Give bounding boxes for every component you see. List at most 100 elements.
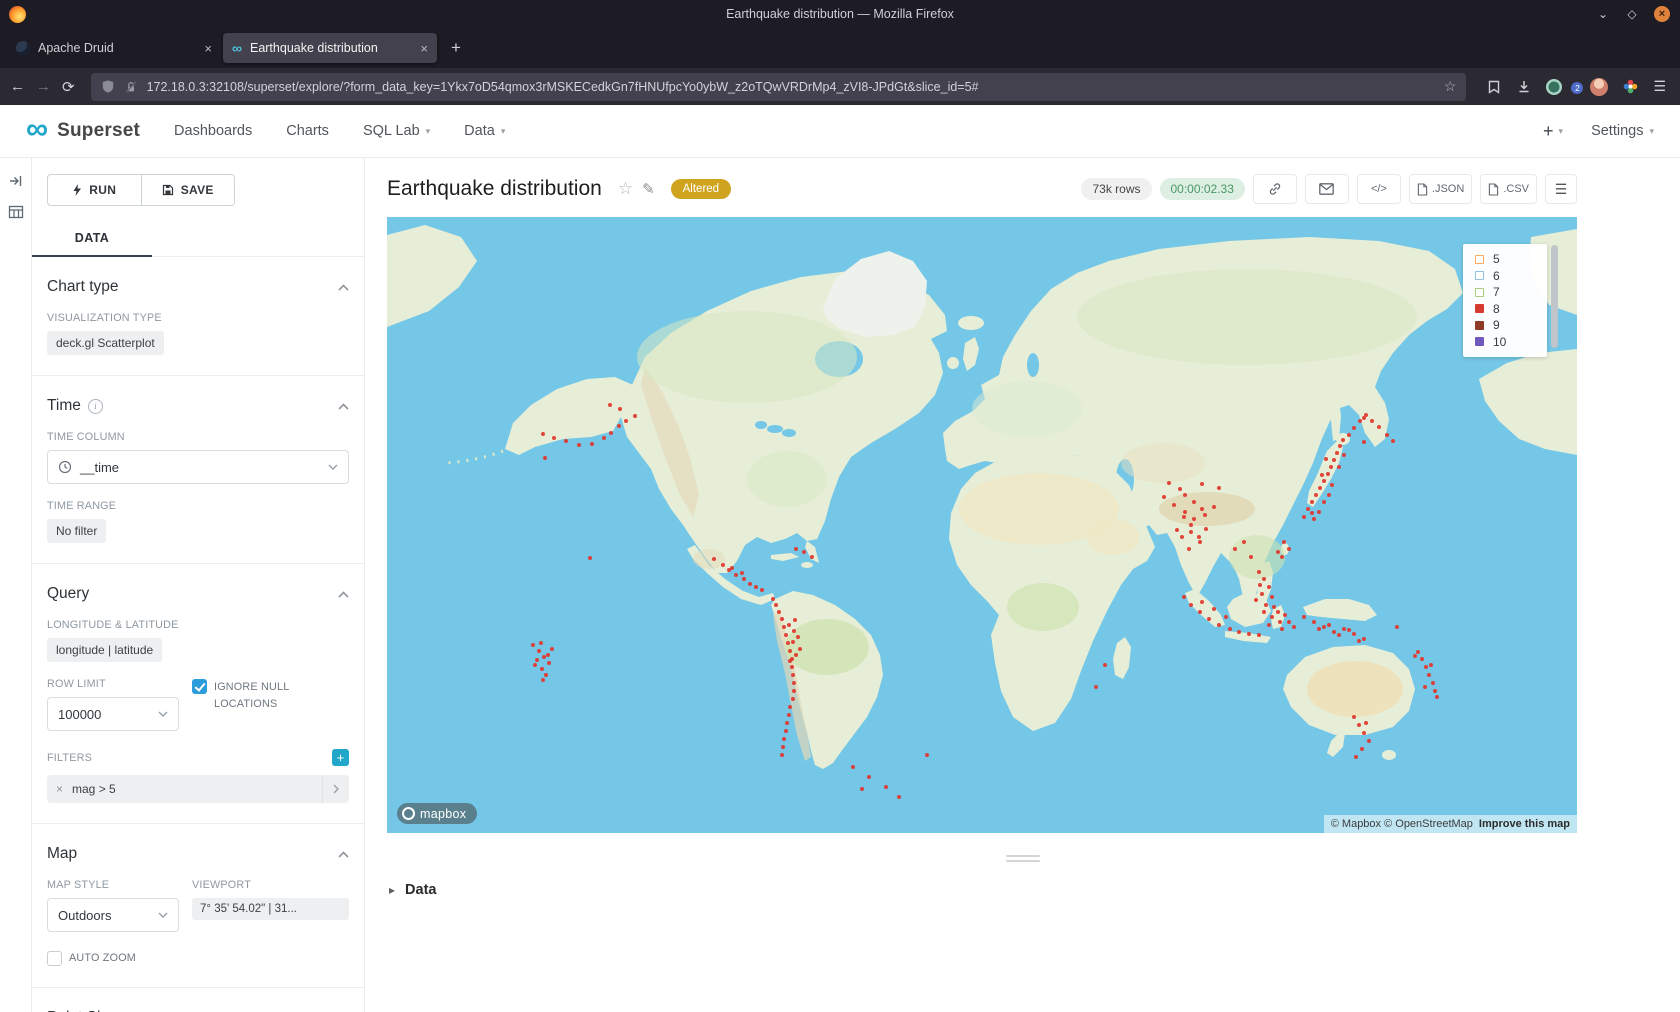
attribution-text[interactable]: © Mapbox © OpenStreetMap xyxy=(1331,818,1473,830)
export-csv-button[interactable]: .CSV xyxy=(1480,174,1537,204)
map-style-select[interactable]: Outdoors xyxy=(47,898,179,932)
legend-item[interactable]: 9 xyxy=(1475,317,1547,334)
copy-link-button[interactable] xyxy=(1253,174,1297,204)
url-bar[interactable]: 172.18.0.3:32108/superset/explore/?form_… xyxy=(91,73,1467,101)
nav-item-charts[interactable]: Charts xyxy=(286,123,329,139)
scatter-point xyxy=(1283,613,1287,617)
section-map[interactable]: Map xyxy=(47,845,349,863)
window-close-button[interactable]: × xyxy=(1654,6,1670,22)
legend-swatch xyxy=(1475,255,1484,264)
expand-panel-icon[interactable] xyxy=(8,173,24,189)
lonlat-chip[interactable]: longitude | latitude xyxy=(47,638,162,662)
window-minimize-button[interactable]: ⌄ xyxy=(1596,7,1610,21)
filters-label: FILTERS xyxy=(47,752,92,764)
scatter-point xyxy=(1200,482,1204,486)
scatter-point xyxy=(860,787,864,791)
downloads-icon[interactable] xyxy=(1516,79,1532,95)
nav-item-data[interactable]: Data▾ xyxy=(464,123,505,139)
tab-data[interactable]: DATA xyxy=(32,220,152,257)
nav-item-dashboards[interactable]: Dashboards xyxy=(174,123,252,139)
chevron-up-icon[interactable] xyxy=(338,585,349,603)
remove-filter-icon[interactable]: × xyxy=(47,782,72,796)
scatter-point xyxy=(1327,623,1331,627)
tab-close-icon[interactable]: × xyxy=(204,41,212,56)
save-to-library-icon[interactable] xyxy=(1486,79,1502,95)
scatter-point xyxy=(552,436,556,440)
legend-item[interactable]: 5 xyxy=(1475,251,1547,268)
tab-close-icon[interactable]: × xyxy=(420,41,428,56)
scatter-point xyxy=(1262,577,1266,581)
insecure-lock-icon[interactable] xyxy=(124,80,138,94)
scatter-point xyxy=(1276,550,1280,554)
run-button[interactable]: RUN xyxy=(47,174,141,206)
extension-pinwheel-icon[interactable] xyxy=(1622,78,1639,95)
forward-button[interactable]: → xyxy=(36,78,51,95)
filter-chip[interactable]: × mag > 5 xyxy=(47,775,349,803)
account-avatar-icon[interactable] xyxy=(1590,78,1608,96)
ignore-null-checkline[interactable]: IGNORE NULL LOCATIONS xyxy=(192,679,349,712)
window-titlebar[interactable]: Earthquake distribution — Mozilla Firefo… xyxy=(0,0,1680,28)
viz-type-chip[interactable]: deck.gl Scatterplot xyxy=(47,331,164,355)
email-share-button[interactable] xyxy=(1305,174,1349,204)
map-canvas[interactable]: 5678910 mapbox © Mapbox © OpenStreetMap … xyxy=(387,217,1577,833)
map-legend[interactable]: 5678910 xyxy=(1463,244,1547,357)
section-query[interactable]: Query xyxy=(47,585,349,603)
chevron-up-icon[interactable] xyxy=(338,845,349,863)
section-time[interactable]: Time i xyxy=(47,397,349,415)
settings-menu[interactable]: Settings▾ xyxy=(1591,123,1654,139)
export-json-button[interactable]: .JSON xyxy=(1409,174,1472,204)
section-chart-type[interactable]: Chart type xyxy=(47,278,349,296)
extension-icon-circle[interactable] xyxy=(1546,79,1562,95)
back-button[interactable]: ← xyxy=(10,78,25,95)
legend-item[interactable]: 10 xyxy=(1475,334,1547,351)
legend-label: 6 xyxy=(1493,269,1500,283)
url-text[interactable]: 172.18.0.3:32108/superset/explore/?form_… xyxy=(147,80,1435,94)
altered-badge[interactable]: Altered xyxy=(671,179,731,199)
chevron-up-icon[interactable] xyxy=(338,397,349,415)
menu-icon[interactable]: ☰ xyxy=(1653,78,1666,95)
browser-tab-earthquake[interactable]: ∞ Earthquake distribution × xyxy=(223,33,437,63)
legend-scrollbar[interactable] xyxy=(1551,245,1558,348)
add-filter-button[interactable]: + xyxy=(332,749,349,766)
nav-item-sql-lab[interactable]: SQL Lab▾ xyxy=(363,123,430,139)
collapse-caret-icon: ▸ xyxy=(389,883,395,897)
ignore-null-checkbox[interactable] xyxy=(192,679,207,694)
time-column-select[interactable]: __time xyxy=(47,450,349,484)
superset-logo[interactable]: ∞ Superset xyxy=(26,118,140,144)
edit-title-icon[interactable]: ✎ xyxy=(642,180,655,198)
browser-tab-druid[interactable]: Apache Druid × xyxy=(7,33,221,63)
scatter-point xyxy=(721,563,725,567)
legend-item[interactable]: 6 xyxy=(1475,268,1547,285)
data-results-collapse[interactable]: ▸ Data xyxy=(389,874,1680,906)
reload-button[interactable]: ⟳ xyxy=(62,78,75,96)
chart-options-menu[interactable]: ☰ xyxy=(1545,174,1577,204)
new-tab-button[interactable]: + xyxy=(443,35,469,61)
favorite-star-icon[interactable]: ☆ xyxy=(618,179,633,199)
row-count-badge: 73k rows xyxy=(1081,178,1151,200)
panel-resize-handle[interactable] xyxy=(1006,855,1040,862)
datasource-grid-icon[interactable] xyxy=(8,204,24,220)
auto-zoom-checkline[interactable]: AUTO ZOOM xyxy=(47,950,349,967)
filter-expand-icon[interactable] xyxy=(322,775,349,803)
new-item-button[interactable]: +▾ xyxy=(1543,121,1563,142)
viewport-chip[interactable]: 7° 35' 54.02" | 31... xyxy=(192,898,349,920)
save-label: SAVE xyxy=(181,183,214,197)
window-maximize-button[interactable]: ◇ xyxy=(1625,7,1639,21)
scatter-point xyxy=(742,577,746,581)
mapbox-logo[interactable]: mapbox xyxy=(397,803,477,824)
browser-toolbar: ← → ⟳ 172.18.0.3:32108/superset/explore/… xyxy=(0,68,1680,105)
scatter-point xyxy=(1172,503,1176,507)
row-limit-select[interactable]: 100000 xyxy=(47,697,179,731)
tracking-shield-icon[interactable] xyxy=(101,79,115,94)
embed-code-button[interactable]: </> xyxy=(1357,174,1401,204)
chevron-up-icon[interactable] xyxy=(338,278,349,296)
scatter-point xyxy=(792,681,796,685)
time-range-chip[interactable]: No filter xyxy=(47,519,106,543)
legend-item[interactable]: 8 xyxy=(1475,301,1547,318)
scatter-point xyxy=(1360,747,1364,751)
save-button[interactable]: SAVE xyxy=(141,174,236,206)
bookmark-star-icon[interactable]: ☆ xyxy=(1444,78,1457,95)
legend-item[interactable]: 7 xyxy=(1475,284,1547,301)
improve-map-link[interactable]: Improve this map xyxy=(1479,818,1570,830)
auto-zoom-checkbox[interactable] xyxy=(47,951,62,966)
